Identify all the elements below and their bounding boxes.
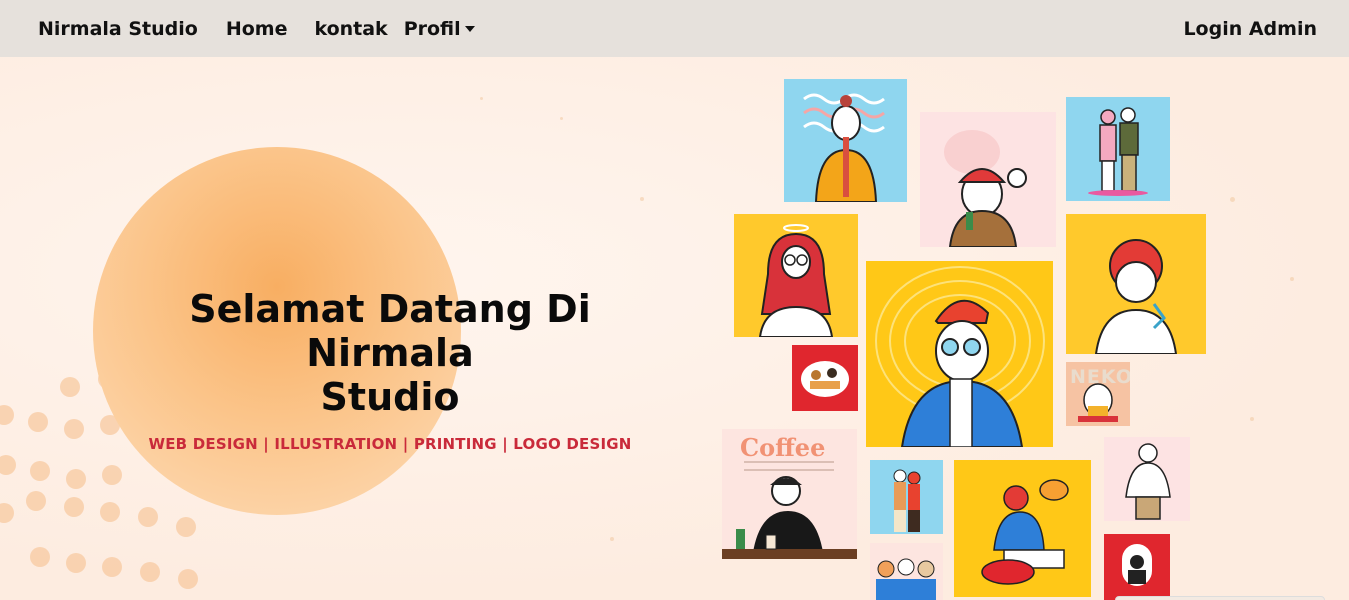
background-speckle (560, 117, 563, 120)
neko-label: NEKO (1070, 366, 1130, 388)
nav-profil-label: Profil (403, 17, 461, 40)
background-speckle (480, 97, 483, 100)
brand-name: Nirmala Studio (38, 17, 198, 40)
background-speckle (640, 197, 644, 201)
illustration-card-red-group (792, 345, 858, 411)
brand-link[interactable]: Nirmala Studio (18, 18, 198, 40)
illustration-card-main-guy (866, 261, 1053, 447)
scroll-indicator (1115, 596, 1325, 600)
illustration-card-girl-blue (784, 79, 907, 202)
background-speckle (1290, 277, 1294, 281)
hero-title: Selamat Datang Di Nirmala Studio (120, 287, 660, 419)
nav-kontak[interactable]: kontak (314, 18, 387, 40)
background-speckle (610, 537, 614, 541)
hero-subtitle: WEB DESIGN | ILLUSTRATION | PRINTING | L… (148, 435, 632, 453)
nav-profil-dropdown[interactable]: Profil (404, 18, 475, 40)
illustration-card-red-poster (1104, 534, 1170, 600)
top-navbar: Nirmala Studio Home kontak Profil Login … (0, 0, 1349, 57)
illustration-card-curly-guy (1066, 214, 1206, 354)
camera-icon (18, 21, 32, 37)
illustration-card-couple (1066, 97, 1170, 201)
hero-text: Selamat Datang Di Nirmala Studio WEB DES… (120, 287, 660, 453)
decorative-lines (744, 461, 834, 471)
background-speckle (1230, 197, 1235, 202)
illustration-card-white-shirt (1104, 437, 1190, 521)
hero-section: Selamat Datang Di Nirmala Studio WEB DES… (0, 57, 1349, 600)
coffee-title: Coffee (740, 433, 826, 462)
illustration-card-masked-group (870, 543, 943, 600)
illustration-card-sitting-guy (954, 460, 1091, 597)
hero-title-line2: Studio (320, 375, 460, 419)
login-admin-link[interactable]: Login Admin (1183, 18, 1331, 40)
illustration-card-blue-duo (870, 460, 943, 534)
hero-title-line1: Selamat Datang Di Nirmala (189, 287, 591, 375)
illustration-card-coffee: Coffee (722, 429, 857, 559)
illustration-card-hijab-girl (734, 214, 858, 337)
chevron-down-icon (464, 25, 475, 32)
nav-links: Home kontak Profil (226, 18, 502, 40)
illustration-card-cap-guy (920, 112, 1056, 247)
nav-home[interactable]: Home (226, 18, 288, 40)
illustration-card-neko: NEKO (1066, 362, 1130, 426)
background-speckle (1250, 417, 1254, 421)
